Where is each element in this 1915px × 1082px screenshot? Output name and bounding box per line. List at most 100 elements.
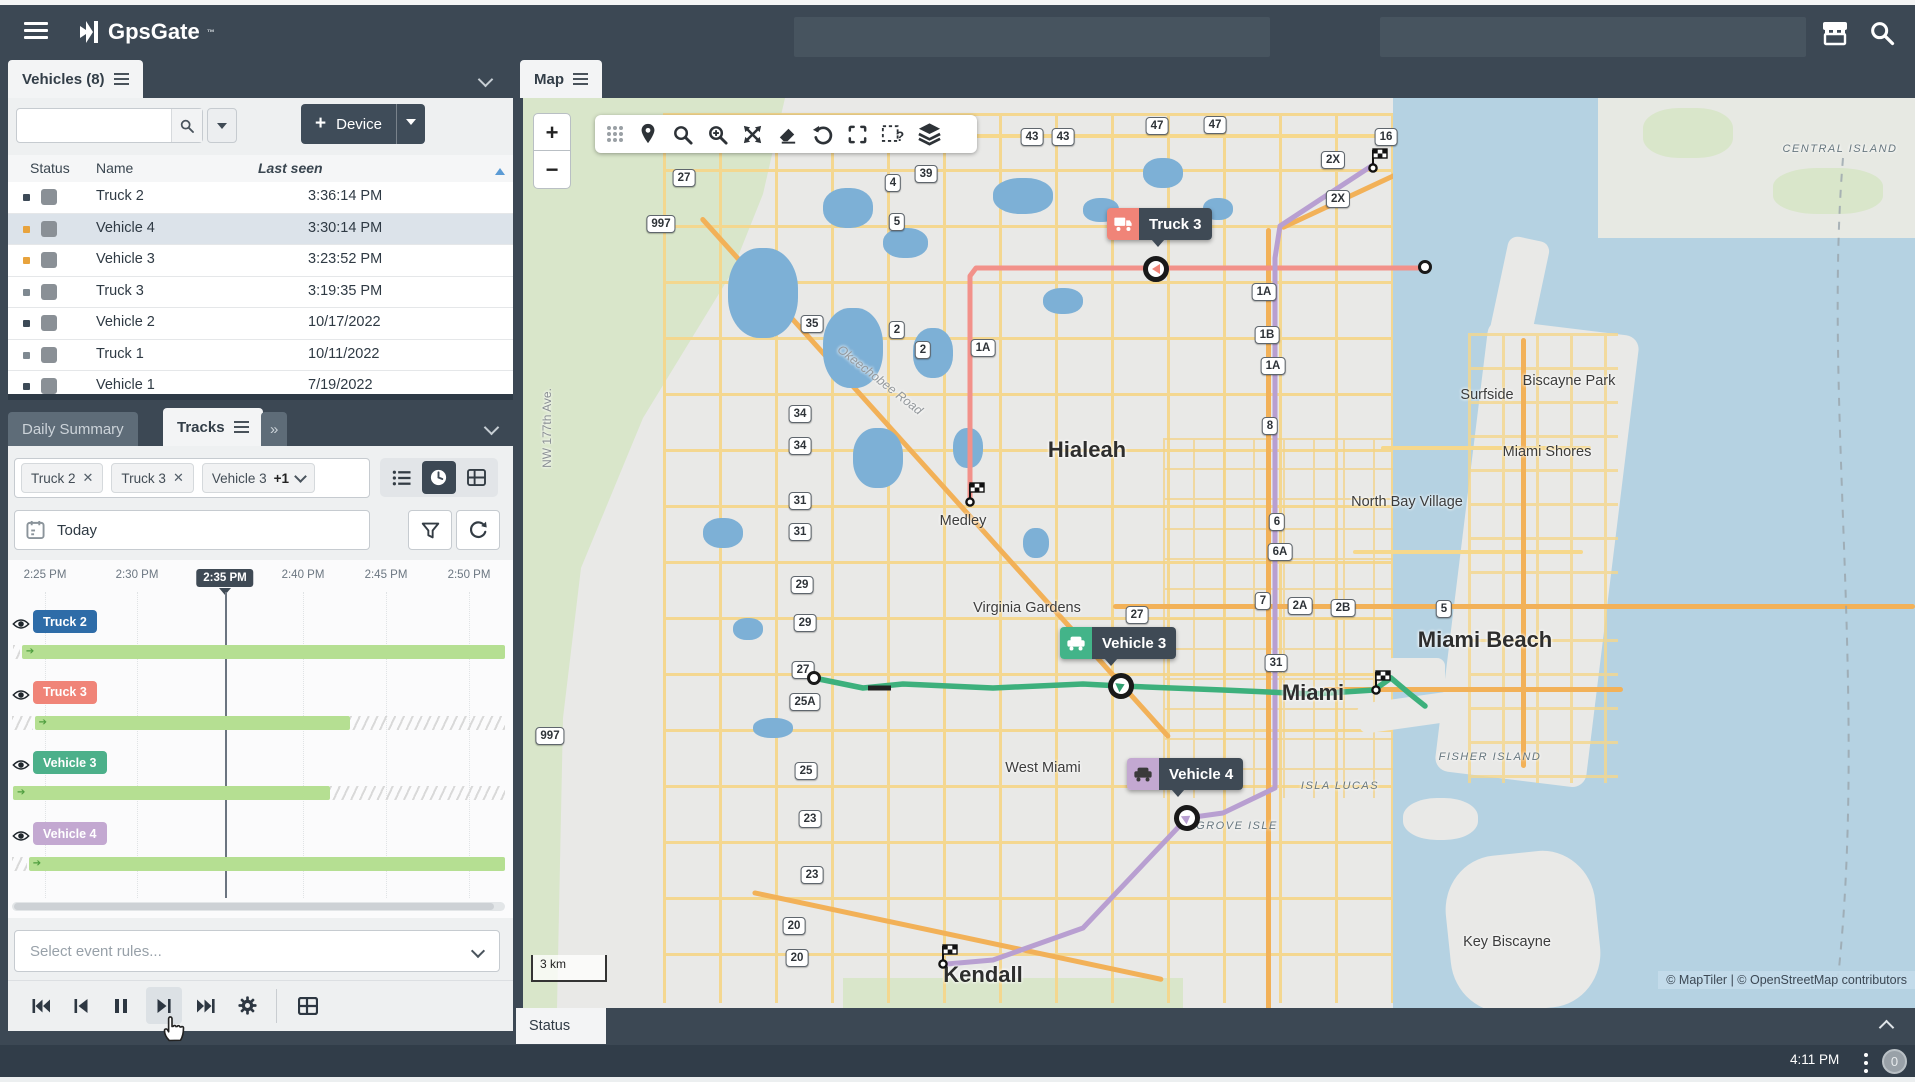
tab-daily-summary[interactable]: Daily Summary bbox=[8, 412, 138, 446]
search-options-button[interactable] bbox=[207, 108, 237, 143]
map-vehicle-label[interactable]: Vehicle 4 bbox=[1127, 758, 1243, 790]
visibility-eye-icon[interactable] bbox=[12, 829, 30, 843]
visibility-eye-icon[interactable] bbox=[12, 688, 30, 702]
tracks-menu-icon[interactable] bbox=[234, 421, 249, 433]
timeline-tick[interactable]: 2:45 PM bbox=[365, 569, 408, 581]
user-avatar-badge[interactable]: 0 bbox=[1882, 1049, 1907, 1074]
tab-vehicles[interactable]: Vehicles (8) bbox=[8, 60, 143, 98]
tracks-timeline[interactable]: 2:25 PM 2:30 PM 2:35 PM 2:40 PM 2:45 PM 2:50 … bbox=[8, 560, 513, 918]
map-menu-icon[interactable] bbox=[573, 73, 588, 85]
vehicle-filter-chip[interactable]: Vehicle 3 +1 bbox=[202, 463, 315, 493]
vehicle-filter-chip[interactable]: Truck 3 ✕ bbox=[111, 463, 193, 493]
fit-extent-icon[interactable] bbox=[741, 123, 764, 146]
map-zoom-in-button[interactable]: + bbox=[533, 113, 571, 152]
vehicle-search-input[interactable] bbox=[25, 112, 171, 140]
road-shield: 29 bbox=[791, 576, 814, 594]
tab-overflow[interactable]: » bbox=[261, 412, 287, 446]
road-shield: 23 bbox=[799, 810, 822, 828]
track-vehicle-badge[interactable]: Truck 2 bbox=[33, 610, 97, 633]
timeline-tick[interactable]: 2:30 PM bbox=[116, 569, 159, 581]
step-back-button[interactable] bbox=[63, 987, 99, 1024]
no-data-hatch[interactable] bbox=[13, 645, 20, 659]
no-data-hatch[interactable] bbox=[12, 716, 33, 730]
zoom-in-icon[interactable] bbox=[706, 123, 729, 146]
column-last-seen[interactable]: Last seen bbox=[258, 160, 323, 176]
vehicles-menu-icon[interactable] bbox=[114, 73, 129, 85]
track-vehicle-badge[interactable]: Vehicle 4 bbox=[33, 822, 107, 845]
eraser-icon[interactable] bbox=[776, 123, 799, 146]
no-data-hatch[interactable] bbox=[350, 716, 505, 730]
tracks-collapse-chevron-icon[interactable] bbox=[484, 420, 500, 436]
chip-remove-icon[interactable]: ✕ bbox=[173, 470, 184, 486]
filter-button[interactable] bbox=[408, 510, 452, 550]
table-row[interactable]: Vehicle 3 3:23:52 PM bbox=[8, 245, 513, 277]
skip-to-end-button[interactable] bbox=[188, 987, 224, 1024]
map-canvas[interactable]: 27997439543434747162X2X35221A34343131292… bbox=[523, 98, 1915, 1008]
table-row[interactable]: Truck 2 3:36:14 PM bbox=[8, 182, 513, 214]
column-name[interactable]: Name bbox=[96, 160, 133, 176]
table-view-toggle[interactable] bbox=[459, 461, 493, 494]
trip-start-arrow-icon: ➔ bbox=[39, 718, 47, 728]
add-device-button[interactable]: + Device bbox=[301, 104, 425, 144]
track-vehicle-badge[interactable]: Truck 3 bbox=[33, 681, 97, 704]
device-dropdown-button[interactable] bbox=[396, 104, 425, 144]
undo-icon[interactable] bbox=[811, 123, 834, 146]
column-status[interactable]: Status bbox=[30, 160, 70, 176]
sort-ascending-icon[interactable] bbox=[495, 163, 505, 175]
no-data-hatch[interactable] bbox=[330, 786, 505, 800]
kebab-menu-icon[interactable] bbox=[1864, 1051, 1868, 1075]
chip-label: Truck 2 bbox=[31, 471, 76, 486]
select-area-icon[interactable] bbox=[846, 123, 869, 146]
table-row[interactable]: Vehicle 4 3:30:14 PM bbox=[8, 214, 513, 246]
vehicle-filter-chips[interactable]: Truck 2 ✕ Truck 3 ✕ Vehicle 3 +1 bbox=[14, 458, 370, 498]
drag-handle-icon[interactable] bbox=[605, 124, 625, 144]
refresh-button[interactable] bbox=[456, 510, 500, 550]
tab-tracks[interactable]: Tracks bbox=[163, 408, 263, 446]
map-zoom-out-button[interactable]: − bbox=[533, 150, 571, 189]
tab-map[interactable]: Map bbox=[520, 60, 602, 98]
timeline-current-time[interactable]: 2:35 PM bbox=[196, 569, 253, 587]
trip-bar[interactable]: ➔ bbox=[22, 645, 505, 659]
event-rules-select[interactable]: Select event rules... bbox=[14, 930, 500, 972]
table-row[interactable]: Truck 3 3:19:35 PM bbox=[8, 277, 513, 309]
chip-remove-icon[interactable]: ✕ bbox=[83, 470, 94, 486]
vehicle-filter-chip[interactable]: Truck 2 ✕ bbox=[21, 463, 103, 493]
vehicle-search-button[interactable] bbox=[171, 109, 202, 142]
map-vehicle-label[interactable]: Truck 3 bbox=[1107, 208, 1212, 240]
timeline-view-toggle[interactable] bbox=[422, 461, 456, 494]
vehicle-position-marker[interactable] bbox=[1143, 256, 1169, 282]
timeline-tick[interactable]: 2:50 PM bbox=[448, 569, 491, 581]
skip-to-start-button[interactable] bbox=[23, 987, 59, 1024]
map-vehicle-label[interactable]: Vehicle 3 bbox=[1060, 627, 1176, 659]
vehicles-collapse-chevron-icon[interactable] bbox=[478, 72, 494, 88]
playback-settings-button[interactable] bbox=[229, 987, 265, 1024]
table-row[interactable]: Vehicle 2 10/17/2022 bbox=[8, 308, 513, 340]
table-row[interactable]: Truck 1 10/11/2022 bbox=[8, 340, 513, 372]
no-data-hatch[interactable] bbox=[12, 857, 27, 871]
vehicle-type-icon bbox=[41, 315, 57, 331]
pause-button[interactable] bbox=[103, 987, 139, 1024]
main-menu-button[interactable] bbox=[24, 22, 48, 39]
track-vehicle-badge[interactable]: Vehicle 3 bbox=[33, 751, 107, 774]
status-expand-chevron-icon[interactable] bbox=[1879, 1020, 1895, 1036]
visibility-eye-icon[interactable] bbox=[12, 617, 30, 631]
timeline-scrollbar[interactable] bbox=[12, 902, 505, 911]
trip-bar[interactable]: ➔ bbox=[13, 786, 330, 800]
date-range-picker[interactable]: Today bbox=[14, 510, 370, 550]
search-icon[interactable] bbox=[671, 123, 694, 146]
timeline-tick[interactable]: 2:25 PM bbox=[24, 569, 67, 581]
global-search-button[interactable] bbox=[1868, 19, 1896, 47]
marketplace-button[interactable] bbox=[1820, 20, 1850, 46]
trip-bar[interactable]: ➔ bbox=[29, 857, 505, 871]
location-pin-icon[interactable] bbox=[637, 122, 659, 146]
visibility-eye-icon[interactable] bbox=[12, 758, 30, 772]
trip-bar[interactable]: ➔ bbox=[35, 716, 350, 730]
list-view-toggle[interactable] bbox=[385, 461, 419, 494]
search-icon bbox=[1868, 19, 1896, 47]
status-tab[interactable]: Status bbox=[516, 1008, 606, 1044]
layers-icon[interactable] bbox=[917, 122, 942, 146]
playback-table-button[interactable] bbox=[290, 987, 326, 1024]
chevron-down-icon[interactable] bbox=[294, 470, 307, 483]
timeline-tick[interactable]: 2:40 PM bbox=[282, 569, 325, 581]
select-query-icon[interactable]: ? bbox=[881, 123, 905, 146]
